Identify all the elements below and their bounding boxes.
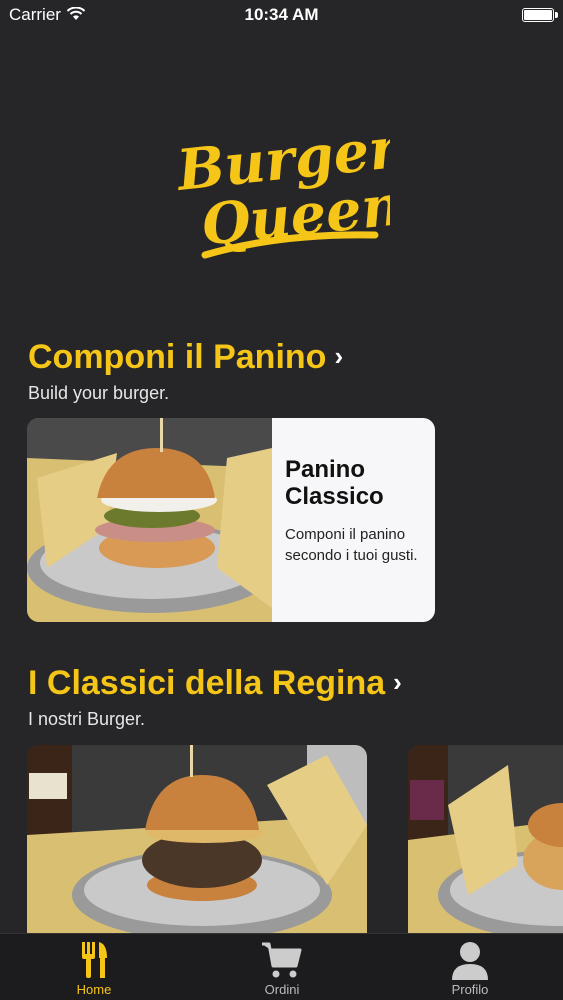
burger-photo xyxy=(27,418,272,622)
person-icon xyxy=(452,942,488,980)
chevron-right-icon: › xyxy=(334,341,344,371)
section-title-componi[interactable]: Componi il Panino › xyxy=(28,338,343,377)
card-description: Componi il panino secondo i tuoi gusti. xyxy=(285,526,418,564)
burger-card[interactable] xyxy=(27,745,367,935)
tab-label: Ordini xyxy=(264,982,300,997)
clock: 10:34 AM xyxy=(244,5,319,24)
tab-home[interactable]: Home xyxy=(0,934,188,1000)
card-title: Panino Classico xyxy=(285,456,384,510)
fork-knife-icon xyxy=(82,942,107,978)
tab-label: Home xyxy=(76,982,112,997)
burger-photo xyxy=(408,745,563,935)
tab-profilo[interactable]: Profilo xyxy=(376,934,563,1000)
tab-label: Profilo xyxy=(451,982,489,997)
section-subtitle: Build your burger. xyxy=(28,383,170,403)
battery-icon xyxy=(522,8,558,22)
cart-icon xyxy=(262,942,302,978)
card-text: Panino Classico Componi il panino second… xyxy=(285,456,425,566)
chevron-right-icon: › xyxy=(393,667,402,697)
section-title-classici[interactable]: I Classici della Regina › xyxy=(28,664,402,703)
section-title-text: I Classici della Regina xyxy=(28,664,386,702)
tab-bar: Home Ordini Profilo xyxy=(0,933,563,1000)
burger-card[interactable] xyxy=(408,745,563,935)
status-bar: Carrier 10:34 AM xyxy=(0,0,563,30)
section-subtitle: I nostri Burger. xyxy=(28,709,146,729)
burger-photo xyxy=(27,745,367,935)
panino-classico-card[interactable]: Panino Classico Componi il panino second… xyxy=(27,418,435,622)
burger-queen-logo: Burger Queen xyxy=(172,115,390,259)
section-title-text: Componi il Panino xyxy=(28,338,327,376)
tab-ordini[interactable]: Ordini xyxy=(188,934,376,1000)
